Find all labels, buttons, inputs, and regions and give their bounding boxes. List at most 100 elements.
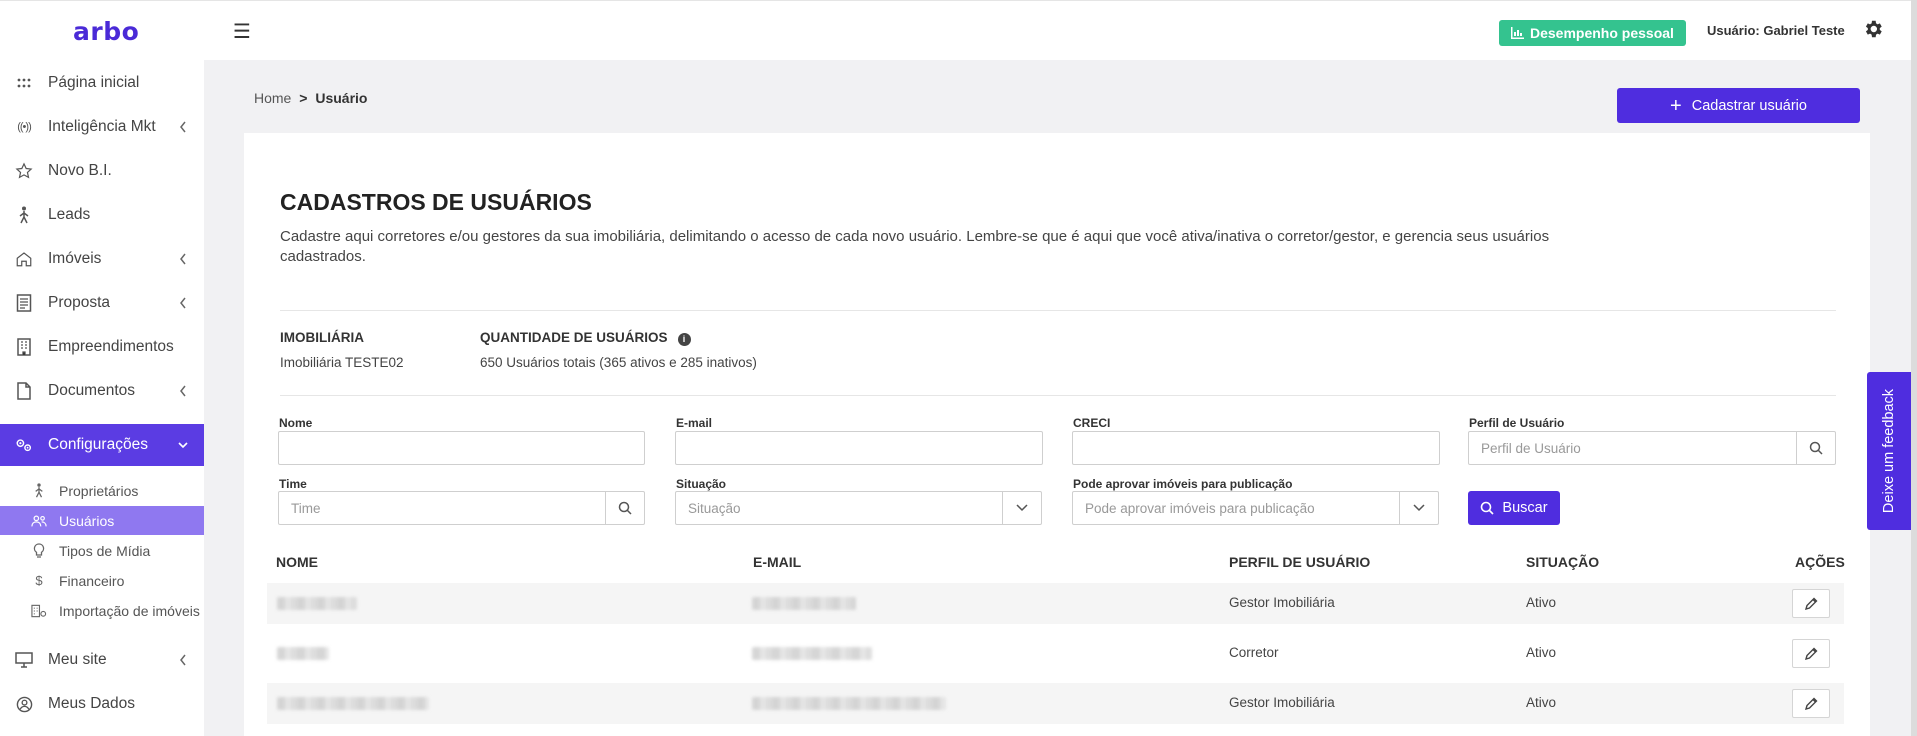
user-count-label-wrap: QUANTIDADE DE USUÁRIOS i	[480, 330, 691, 346]
person-walk-icon	[31, 483, 47, 499]
profile-cell: Gestor Imobiliária	[1229, 695, 1335, 710]
arbo-logo[interactable]: arbo	[73, 17, 139, 46]
breadcrumb-home[interactable]: Home	[254, 90, 291, 106]
blurred-email	[752, 597, 856, 610]
sidebar-item-label: Página inicial	[48, 74, 140, 91]
sidebar-item-developments[interactable]: Empreendimentos	[0, 326, 204, 368]
column-header-email[interactable]: E-MAIL	[753, 554, 801, 570]
feedback-tab[interactable]: Deixe um feedback	[1867, 372, 1911, 530]
top-bar: arbo ☰ Desempenho pessoal Usuário: Gabri…	[0, 0, 1917, 60]
blurred-name	[277, 597, 357, 610]
users-icon	[31, 513, 47, 529]
team-input[interactable]: Time	[278, 491, 645, 525]
agency-label: IMOBILIÁRIA	[280, 330, 364, 345]
document-icon	[15, 294, 33, 312]
column-header-status[interactable]: SITUAÇÃO	[1526, 554, 1599, 570]
sidebar-item-settings[interactable]: Configurações	[0, 424, 204, 466]
status-cell: Ativo	[1526, 645, 1557, 660]
edit-button[interactable]	[1792, 689, 1830, 718]
profile-filter-label: Perfil de Usuário	[1469, 416, 1565, 430]
sidebar-item-proposal[interactable]: Proposta	[0, 282, 204, 324]
page-title: CADASTROS DE USUÁRIOS	[280, 189, 592, 215]
status-select[interactable]: Situação	[675, 491, 1042, 525]
edit-button[interactable]	[1792, 589, 1830, 618]
status-cell: Ativo	[1526, 695, 1557, 710]
sidebar-item-label: Configurações	[48, 436, 148, 453]
sidebar-item-label: Proposta	[48, 294, 111, 311]
sidebar-item-label: Inteligência Mkt	[48, 118, 156, 135]
creci-input[interactable]	[1072, 431, 1440, 465]
sidebar-item-my-site[interactable]: Meu site	[0, 639, 204, 681]
blurred-name	[277, 697, 429, 710]
sidebar-item-home[interactable]: Página inicial	[0, 62, 204, 104]
column-header-profile[interactable]: PERFIL DE USUÁRIO	[1229, 554, 1370, 570]
search-icon	[1481, 501, 1494, 515]
sidebar-item-label: Novo B.I.	[48, 162, 112, 179]
gear-icon[interactable]	[1862, 18, 1884, 40]
sidebar-item-bi[interactable]: Novo B.I.	[0, 150, 204, 192]
column-header-actions: AÇÕES	[1795, 554, 1845, 570]
sidebar-item-my-data[interactable]: Meus Dados	[0, 683, 204, 725]
add-user-button[interactable]: + Cadastrar usuário	[1617, 88, 1860, 123]
user-count-value: 650 Usuários totais (365 ativos e 285 in…	[480, 355, 757, 370]
sidebar-item-label: Leads	[48, 206, 91, 223]
sidebar-subitem-import[interactable]: Importação de imóveis	[0, 596, 204, 625]
search-icon[interactable]	[605, 492, 644, 524]
info-icon[interactable]: i	[677, 332, 691, 346]
sidebar-item-label: Meu site	[48, 651, 107, 668]
chevron-down-icon	[178, 442, 188, 449]
users-card: CADASTROS DE USUÁRIOS Cadastre aqui corr…	[244, 133, 1870, 736]
grid-dots-icon	[15, 74, 33, 92]
star-icon	[15, 162, 33, 180]
approve-select[interactable]: Pode aprovar imóveis para publicação	[1072, 491, 1439, 525]
user-label: Usuário: Gabriel Teste	[1707, 23, 1845, 38]
sidebar-subitem-label: Tipos de Mídia	[59, 542, 151, 559]
approve-placeholder: Pode aprovar imóveis para publicação	[1085, 500, 1315, 516]
breadcrumb-current: Usuário	[315, 90, 368, 106]
edit-button[interactable]	[1792, 639, 1830, 668]
scrollbar[interactable]	[1911, 0, 1917, 736]
sidebar-item-marketing[interactable]: ((•)) Inteligência Mkt	[0, 106, 204, 148]
name-input[interactable]	[278, 431, 645, 465]
broadcast-icon: ((•))	[17, 121, 32, 133]
sidebar-subitem-owners[interactable]: Proprietários	[0, 476, 204, 505]
table-row: Gestor Imobiliária Ativo	[267, 683, 1844, 724]
user-prefix: Usuário:	[1707, 23, 1764, 38]
breadcrumb: Home > Usuário	[254, 90, 367, 106]
sidebar-item-leads[interactable]: Leads	[0, 194, 204, 236]
sidebar-subitem-financial[interactable]: $ Financeiro	[0, 566, 204, 595]
search-button[interactable]: Buscar	[1468, 491, 1560, 525]
column-header-name[interactable]: NOME	[276, 554, 318, 570]
team-placeholder: Time	[291, 500, 321, 516]
chart-icon	[1511, 27, 1524, 39]
sidebar-item-properties[interactable]: Imóveis	[0, 238, 204, 280]
profile-cell: Gestor Imobiliária	[1229, 595, 1335, 610]
sidebar-subitem-users[interactable]: Usuários	[0, 506, 204, 535]
chevron-left-icon	[180, 654, 186, 666]
sidebar-subitem-media-types[interactable]: Tipos de Mídia	[0, 536, 204, 565]
sidebar-subitem-label: Proprietários	[59, 482, 139, 499]
chevron-down-icon[interactable]	[1002, 492, 1041, 524]
table-row: Corretor Ativo	[267, 633, 1844, 674]
profile-input[interactable]: Perfil de Usuário	[1468, 431, 1836, 465]
sidebar-subitem-label: Usuários	[59, 512, 115, 529]
profile-cell: Corretor	[1229, 645, 1279, 660]
user-name: Gabriel Teste	[1763, 23, 1845, 38]
user-count-label: QUANTIDADE DE USUÁRIOS	[480, 330, 668, 345]
plus-icon: +	[1670, 94, 1682, 117]
performance-button[interactable]: Desempenho pessoal	[1499, 20, 1686, 46]
pencil-icon	[1804, 647, 1817, 660]
sidebar-subitem-label: Importação de imóveis	[59, 602, 200, 619]
sidebar-item-documents[interactable]: Documentos	[0, 370, 204, 412]
hamburger-icon[interactable]: ☰	[233, 19, 251, 44]
search-icon[interactable]	[1796, 432, 1835, 464]
agency-value: Imobiliária TESTE02	[280, 355, 404, 370]
email-input[interactable]	[675, 431, 1043, 465]
creci-filter-label: CRECI	[1073, 416, 1111, 430]
sidebar: Página inicial ((•)) Inteligência Mkt No…	[0, 60, 204, 736]
chevron-down-icon[interactable]	[1399, 492, 1438, 524]
sidebar-subitem-label: Financeiro	[59, 572, 125, 589]
sidebar-item-label: Meus Dados	[48, 695, 136, 712]
chevron-left-icon	[180, 385, 186, 397]
divider	[280, 395, 1836, 396]
